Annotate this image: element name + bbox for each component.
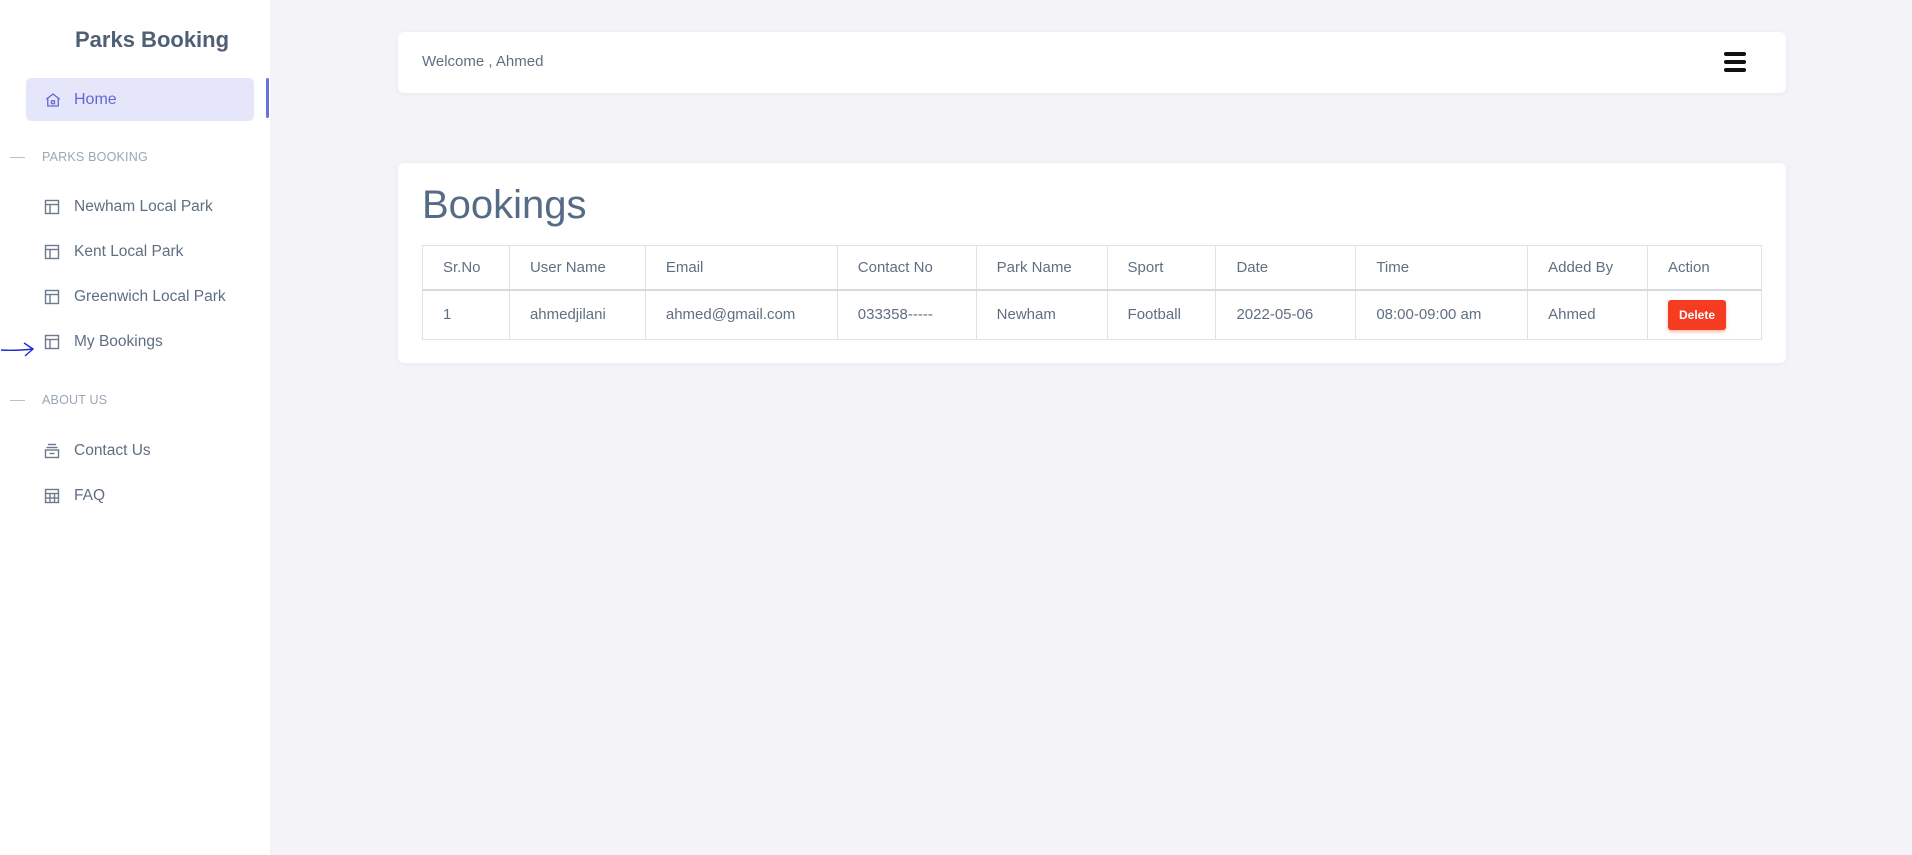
- bookings-table: Sr.No User Name Email Contact No Park Na…: [422, 245, 1763, 340]
- page-title: Bookings: [422, 183, 587, 227]
- layout-icon: [44, 289, 60, 305]
- welcome-text: Welcome , Ahmed: [422, 53, 544, 70]
- column-header: Time: [1355, 245, 1529, 290]
- annotation-arrow-icon: [0, 342, 35, 357]
- column-header: Date: [1215, 245, 1357, 290]
- sidebar-item-greenwich-local-park[interactable]: Greenwich Local Park: [44, 285, 226, 309]
- inbox-stack-icon: [44, 443, 60, 459]
- sidebar-item-label: Kent Local Park: [74, 243, 184, 260]
- section-dash: [10, 156, 25, 158]
- active-indicator: [266, 78, 269, 118]
- sidebar-item-label: Newham Local Park: [74, 198, 213, 215]
- hamburger-icon[interactable]: [1724, 52, 1746, 72]
- section-label: ABOUT US: [42, 393, 108, 407]
- column-header: Park Name: [975, 245, 1108, 290]
- delete-button[interactable]: Delete: [1667, 299, 1727, 330]
- sidebar-item-kent-local-park[interactable]: Kent Local Park: [44, 240, 183, 264]
- bookings-card: Bookings Sr.No User Name Email Contact N…: [398, 163, 1786, 363]
- section-dash: [10, 399, 25, 401]
- hamburger-line: [1724, 68, 1746, 72]
- sidebar-item-label: Greenwich Local Park: [74, 288, 226, 305]
- sidebar-item-my-bookings[interactable]: My Bookings: [44, 330, 163, 354]
- column-header: Sport: [1106, 245, 1217, 290]
- grid-table-icon: [44, 488, 60, 504]
- brand-title[interactable]: Parks Booking: [75, 27, 229, 53]
- cell-contact-no: 033358-----: [836, 289, 977, 340]
- hamburger-line: [1724, 60, 1746, 64]
- section-about-us: ABOUT US: [10, 393, 107, 407]
- column-header: Contact No: [836, 245, 977, 290]
- sidebar-item-contact-us[interactable]: Contact Us: [44, 439, 151, 463]
- sidebar-item-faq[interactable]: FAQ: [44, 484, 105, 508]
- column-header: Added By: [1527, 245, 1648, 290]
- section-label: PARKS BOOKING: [42, 150, 148, 164]
- cell-date: 2022-05-06: [1215, 289, 1357, 340]
- layout-icon: [44, 334, 60, 350]
- column-header: Action: [1646, 245, 1763, 290]
- cell-action: Delete: [1646, 289, 1763, 340]
- sidebar: Parks Booking Home PARKS BOOKING Newham …: [0, 0, 270, 855]
- sidebar-item-home[interactable]: Home: [26, 78, 254, 121]
- cell-email: ahmed@gmail.com: [644, 289, 838, 340]
- table-header-row: Sr.No User Name Email Contact No Park Na…: [422, 245, 1763, 290]
- column-header: Email: [644, 245, 838, 290]
- top-header: Welcome , Ahmed: [398, 32, 1786, 93]
- cell-time: 08:00-09:00 am: [1355, 289, 1529, 340]
- sidebar-item-label: FAQ: [74, 487, 106, 504]
- cell-sr-no: 1: [422, 289, 510, 340]
- section-parks-booking: PARKS BOOKING: [10, 150, 148, 164]
- column-header: User Name: [508, 245, 646, 290]
- sidebar-item-label: My Bookings: [74, 333, 163, 350]
- sidebar-item-newham-local-park[interactable]: Newham Local Park: [44, 195, 213, 219]
- column-header: Sr.No: [422, 245, 510, 290]
- sidebar-item-label: Contact Us: [74, 442, 151, 459]
- sidebar-item-label: Home: [74, 90, 117, 108]
- cell-user-name: ahmedjilani: [508, 289, 646, 340]
- cell-park-name: Newham: [975, 289, 1108, 340]
- layout-icon: [44, 244, 60, 260]
- cell-sport: Football: [1106, 289, 1217, 340]
- cell-added-by: Ahmed: [1527, 289, 1648, 340]
- table-row: 1 ahmedjilani ahmed@gmail.com 033358----…: [422, 289, 1763, 340]
- layout-icon: [44, 199, 60, 215]
- home-icon: [44, 91, 62, 109]
- hamburger-line: [1724, 52, 1746, 56]
